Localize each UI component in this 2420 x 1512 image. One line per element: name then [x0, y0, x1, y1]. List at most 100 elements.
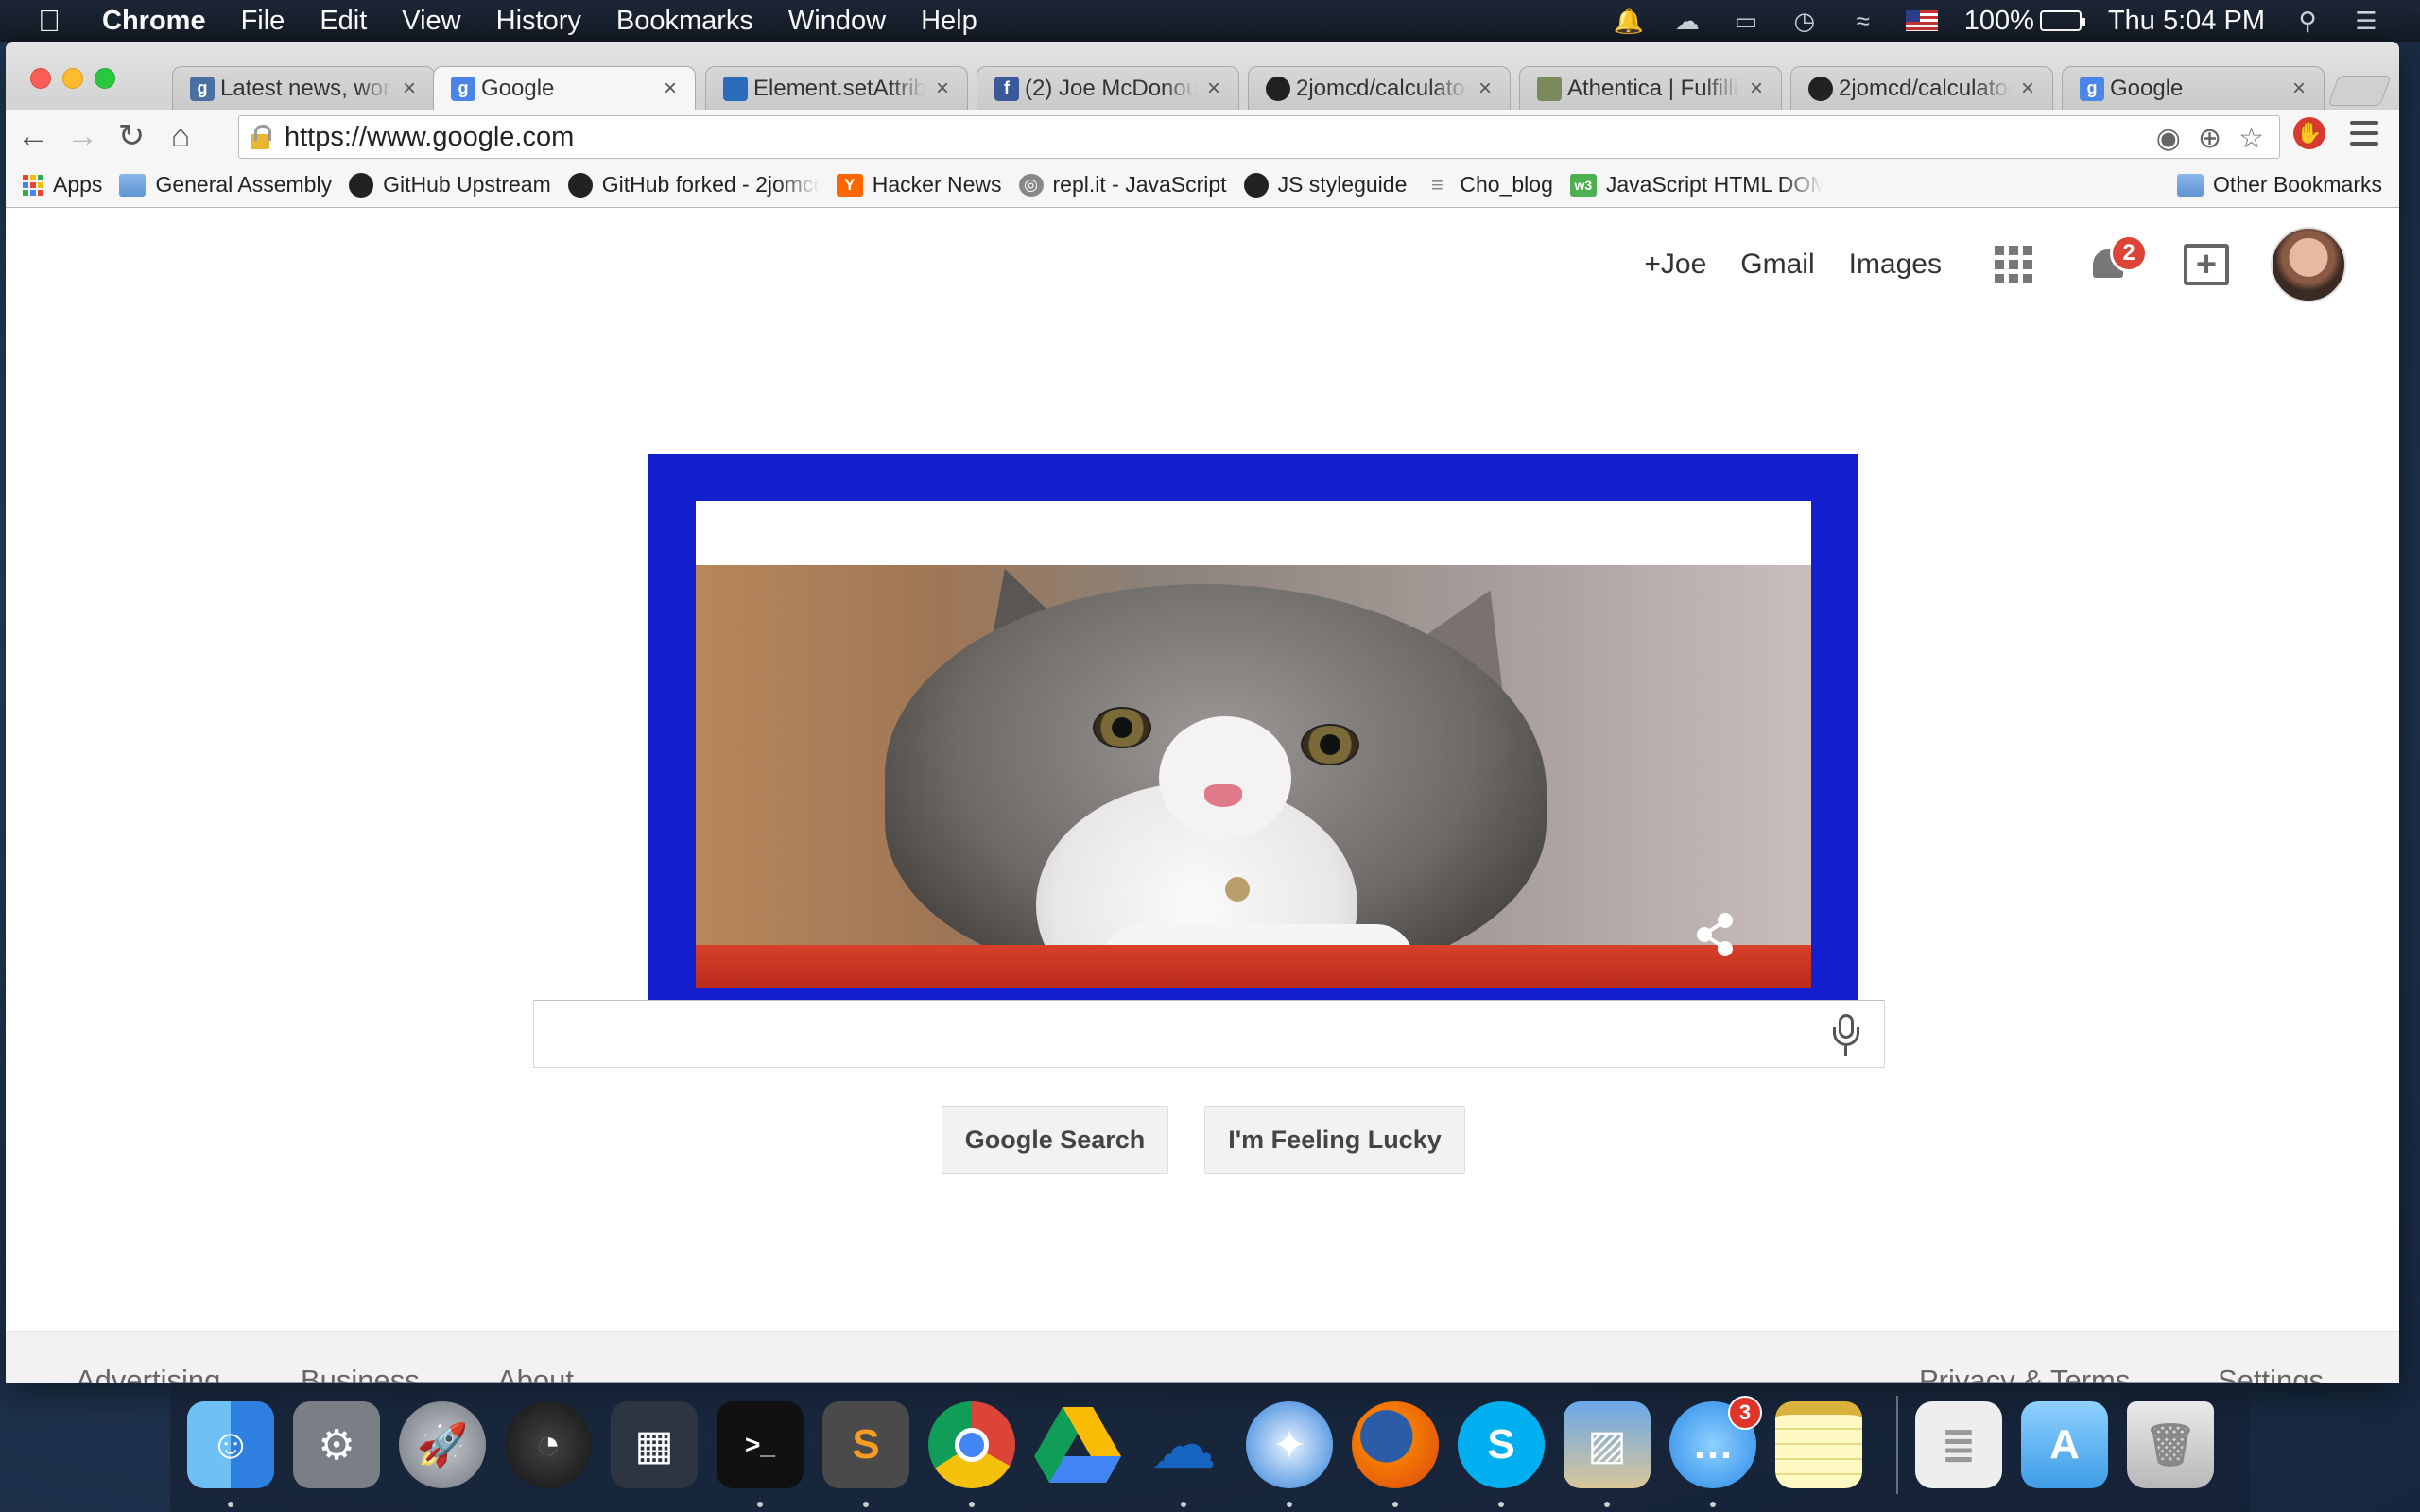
menu-file[interactable]: File	[241, 6, 285, 37]
notification-center-icon[interactable]: ☰	[2350, 7, 2382, 35]
sublime-text-icon[interactable]: S	[822, 1401, 909, 1488]
footer-about-link[interactable]: About	[497, 1364, 574, 1383]
footer-settings-link[interactable]: Settings	[2218, 1364, 2324, 1383]
preview-icon[interactable]: ▨	[1564, 1401, 1651, 1488]
apple-menu-icon[interactable]: 	[38, 4, 76, 39]
system-preferences-icon[interactable]: ⚙	[293, 1401, 380, 1488]
gmail-link[interactable]: Gmail	[1740, 249, 1814, 281]
address-bar[interactable]: https://www.google.com ◉ ⊕ ☆	[238, 115, 2280, 159]
firefox-icon[interactable]	[1352, 1401, 1439, 1488]
terminal-icon[interactable]: >_	[717, 1401, 804, 1488]
mission-control-icon[interactable]: ▦	[611, 1401, 698, 1488]
chrome-menu-icon[interactable]	[2350, 121, 2378, 146]
trash-icon[interactable]: 🗑	[2127, 1401, 2214, 1488]
security-warning-lock-icon[interactable]	[249, 125, 271, 149]
feeling-lucky-button[interactable]: I'm Feeling Lucky	[1204, 1106, 1465, 1174]
tab-mdn-setattribute[interactable]: Element.setAttribute ×	[705, 66, 968, 110]
blocked-cookies-icon[interactable]: ◉	[2156, 122, 2181, 155]
notes-icon[interactable]	[1775, 1401, 1862, 1488]
tab-github-calculator[interactable]: 2jomcd/calculator ×	[1248, 66, 1511, 110]
google-drive-icon[interactable]	[1034, 1401, 1121, 1488]
skype-icon[interactable]: S	[1458, 1401, 1545, 1488]
tab-google-2[interactable]: g Google ×	[2062, 66, 2325, 110]
bookmark-star-icon[interactable]: ☆	[2238, 122, 2264, 155]
bookmark-apps[interactable]: Apps	[23, 172, 102, 198]
close-tab-icon[interactable]: ×	[659, 76, 682, 102]
time-machine-icon[interactable]: ◷	[1789, 7, 1821, 35]
messages-icon[interactable]: … 3	[1669, 1396, 1762, 1488]
search-input[interactable]	[533, 1000, 1885, 1068]
menu-history[interactable]: History	[496, 6, 581, 37]
bookmark-github-upstream[interactable]: GitHub Upstream	[349, 172, 551, 198]
forward-arrow-icon[interactable]: →	[60, 114, 104, 158]
wifi-icon[interactable]: ≈	[1847, 7, 1879, 35]
adblock-extension-icon[interactable]: ✋	[2293, 117, 2325, 149]
tab-latest-news[interactable]: g Latest news, world ×	[172, 66, 435, 110]
close-tab-icon[interactable]: ×	[2016, 76, 2039, 102]
zoom-window-button[interactable]	[95, 68, 115, 89]
bookmark-replit[interactable]: ◎ repl.it - JavaScript	[1018, 172, 1227, 198]
battery-icon[interactable]	[2039, 10, 2085, 31]
menu-view[interactable]: View	[402, 6, 460, 37]
safari-compass-icon[interactable]: ✦	[1246, 1401, 1333, 1488]
tab-athentica[interactable]: Athentica | Fulfilling ×	[1519, 66, 1782, 110]
close-tab-icon[interactable]: ×	[1202, 76, 1225, 102]
bookmark-github-forked[interactable]: GitHub forked - 2jomcd	[567, 172, 820, 198]
applications-folder-icon[interactable]: A	[2021, 1401, 2108, 1488]
bookmark-other[interactable]: Other Bookmarks	[2177, 172, 2382, 198]
menu-bookmarks[interactable]: Bookmarks	[616, 6, 753, 37]
spotlight-search-icon[interactable]: ⚲	[2291, 7, 2324, 35]
menu-help[interactable]: Help	[921, 6, 977, 37]
notifications-bell-icon[interactable]: 🔔	[1613, 7, 1645, 35]
kitten-image[interactable]	[696, 565, 1811, 988]
close-tab-icon[interactable]: ×	[1745, 76, 1768, 102]
tab-facebook[interactable]: f (2) Joe McDonough ×	[977, 66, 1239, 110]
finder-icon[interactable]: ☺	[187, 1401, 274, 1488]
tab-github-calculator-2[interactable]: 2jomcd/calculator ×	[1790, 66, 2053, 110]
close-tab-icon[interactable]: ×	[1474, 76, 1496, 102]
microphone-icon[interactable]	[1829, 1012, 1863, 1057]
cloud-icon[interactable]: ☁	[1671, 7, 1703, 35]
google-apps-grid-icon[interactable]	[1995, 246, 2032, 284]
doodle-share-icon[interactable]	[1691, 911, 1738, 958]
bookmark-cho-blog[interactable]: ≡ Cho_blog	[1424, 172, 1553, 198]
menu-clock[interactable]: Thu 5:04 PM	[2108, 6, 2265, 37]
onedrive-cloud-icon[interactable]: ☁	[1140, 1401, 1227, 1488]
minimize-window-button[interactable]	[62, 68, 83, 89]
bookmark-general-assembly[interactable]: General Assembly	[119, 172, 332, 198]
reload-icon[interactable]: ↻	[110, 114, 153, 158]
documents-stack-icon[interactable]: ≣	[1915, 1401, 2002, 1488]
menu-app-name[interactable]: Chrome	[102, 6, 206, 37]
zoom-icon[interactable]: ⊕	[2198, 122, 2221, 155]
footer-privacy-terms-link[interactable]: Privacy & Terms	[1919, 1364, 2130, 1383]
new-tab-button[interactable]	[2327, 76, 2392, 106]
google-search-button[interactable]: Google Search	[942, 1106, 1168, 1174]
footer-advertising-link[interactable]: Advertising	[76, 1364, 220, 1383]
images-link[interactable]: Images	[1849, 249, 1942, 281]
launchpad-icon[interactable]: 🚀	[399, 1401, 486, 1488]
dashboard-icon[interactable]: ◔	[505, 1401, 592, 1488]
menu-edit[interactable]: Edit	[320, 6, 367, 37]
airplay-icon[interactable]: ▭	[1730, 7, 1762, 35]
tab-google-active[interactable]: g Google ×	[433, 66, 696, 110]
home-icon[interactable]: ⌂	[159, 114, 202, 158]
bookmark-js-html-dom[interactable]: w3 JavaScript HTML DOM	[1569, 172, 1824, 198]
close-window-button[interactable]	[30, 68, 51, 89]
battery-percent[interactable]: 100%	[1964, 6, 2034, 37]
chrome-icon[interactable]	[928, 1401, 1015, 1488]
tab-strip: g Latest news, world × g Google × Elemen…	[6, 42, 2399, 110]
notifications-bell-icon[interactable]: 2	[2087, 234, 2148, 285]
close-tab-icon[interactable]: ×	[2288, 76, 2310, 102]
share-plus-icon[interactable]: +	[2184, 244, 2229, 285]
input-source-flag-icon[interactable]	[1905, 10, 1938, 31]
back-arrow-icon[interactable]: ←	[11, 114, 55, 158]
footer-business-link[interactable]: Business	[301, 1364, 420, 1383]
bookmark-hacker-news[interactable]: Y Hacker News	[836, 172, 1002, 198]
user-avatar[interactable]	[2271, 227, 2346, 302]
bookmark-js-styleguide[interactable]: JS styleguide	[1243, 172, 1407, 198]
url-text[interactable]: https://www.google.com	[285, 122, 574, 153]
close-tab-icon[interactable]: ×	[931, 76, 954, 102]
menu-window[interactable]: Window	[788, 6, 886, 37]
close-tab-icon[interactable]: ×	[398, 76, 421, 102]
plus-user-link[interactable]: +Joe	[1644, 249, 1706, 281]
